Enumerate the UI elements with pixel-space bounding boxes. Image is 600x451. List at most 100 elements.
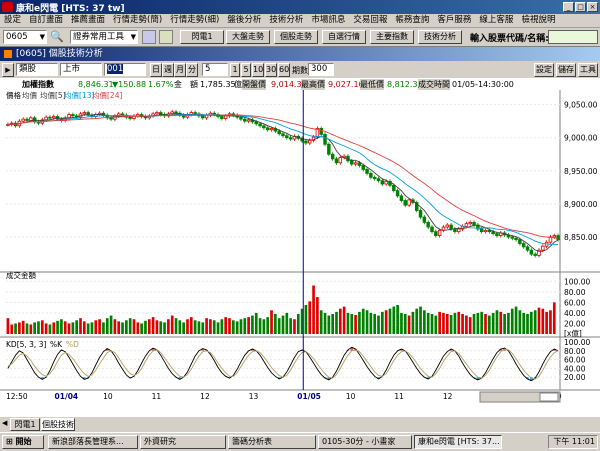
unit-button-2[interactable]: 10	[252, 63, 264, 77]
time-axis-label: 01/04	[55, 392, 79, 401]
period-button-2[interactable]: 月	[174, 63, 186, 77]
candle	[52, 116, 56, 119]
unit-button-1[interactable]: 5	[241, 63, 251, 77]
volume-bar	[220, 319, 224, 334]
toolbar-button-4[interactable]: 主要指數	[370, 30, 414, 44]
candle	[334, 158, 339, 164]
menu-item-8[interactable]: 交易回報	[349, 14, 391, 27]
tools-select[interactable]: 證券常用工具 ▼	[70, 30, 138, 44]
candle	[552, 235, 557, 238]
volume-bar	[251, 315, 254, 334]
tool-grid-icon[interactable]	[142, 30, 156, 44]
close-button[interactable]: ×	[587, 2, 598, 12]
candle	[365, 169, 369, 174]
minimize-button[interactable]: _	[563, 2, 574, 12]
volume-bar	[14, 323, 17, 334]
maximize-button[interactable]: □	[575, 2, 586, 12]
unit-button-0[interactable]: 1	[230, 63, 240, 77]
system-clock: 下午 11:01	[548, 435, 598, 449]
candle	[44, 116, 48, 121]
taskbar-item-4[interactable]: 康和e閃電 [HTS: 37...	[414, 435, 502, 449]
period-button-0[interactable]: 日	[150, 63, 162, 77]
period-button-3[interactable]: 分	[186, 63, 198, 77]
taskbar-item-3[interactable]: 0105-30分 - 小畫家	[318, 435, 412, 449]
unit-button-3[interactable]: 30	[265, 63, 277, 77]
menu-item-3[interactable]: 行情走勢(簡)	[109, 14, 166, 27]
taskbar-item-0[interactable]: 新浪部落長管理系...	[48, 435, 138, 449]
search-icon[interactable]: 🔍	[50, 30, 64, 44]
tab-scroll-left-icon[interactable]: ◀	[2, 419, 10, 429]
volume-bar	[163, 322, 166, 334]
play-icon[interactable]: ▶	[2, 63, 14, 77]
volume-bar	[102, 322, 105, 334]
tool-chart-icon[interactable]	[159, 30, 173, 44]
menu-item-0[interactable]: 設定	[0, 14, 25, 27]
toolbar-button-1[interactable]: 大盤走勢	[226, 30, 270, 44]
volume-bar	[10, 324, 14, 334]
volume-bar	[37, 321, 40, 334]
toolbar-button-2[interactable]: 個股走勢	[274, 30, 318, 44]
candle	[353, 162, 358, 165]
volume-bar	[33, 322, 36, 334]
volume-bar	[510, 308, 514, 334]
volume-bar	[369, 312, 373, 334]
tab-technical[interactable]: 個股技術	[41, 418, 75, 431]
unit-button-4[interactable]: 60	[278, 63, 290, 77]
minute-value: 5	[205, 64, 211, 74]
count-input[interactable]: 300	[308, 63, 334, 76]
menu-item-9[interactable]: 帳務查詢	[391, 14, 433, 27]
candle	[350, 160, 354, 165]
period-button-1[interactable]: 週	[162, 63, 174, 77]
menu-item-12[interactable]: 檢視說明	[517, 14, 559, 27]
volume-bar	[530, 311, 533, 334]
candle	[380, 180, 385, 185]
menu-item-4[interactable]: 行情走勢(細)	[166, 14, 223, 27]
menu-item-6[interactable]: 技術分析	[265, 14, 307, 27]
tools-button[interactable]: 工具	[578, 63, 598, 77]
volume-bar	[499, 311, 503, 334]
stock-search-input[interactable]	[548, 30, 598, 44]
settings-button[interactable]: 設定	[534, 63, 554, 77]
time-axis-label: 13	[249, 392, 259, 401]
minute-select[interactable]: 5	[202, 63, 228, 76]
toolbar-button-3[interactable]: 自選行情	[322, 30, 366, 44]
tab-flash1[interactable]: 閃電1	[10, 418, 40, 431]
market-select[interactable]: 上市	[60, 63, 102, 76]
volume-bar	[350, 313, 354, 334]
kind-select[interactable]: 類股	[16, 63, 58, 76]
price-tick-label: 8,900.00	[564, 200, 598, 209]
menu-item-10[interactable]: 客戶服務	[433, 14, 475, 27]
start-button[interactable]: ⊞ 開始	[2, 435, 44, 449]
volume-bar	[174, 318, 178, 334]
volume-bar	[549, 310, 552, 334]
toolbar-button-0[interactable]: 閃電1	[180, 30, 224, 44]
candle	[403, 200, 407, 206]
candle	[521, 243, 526, 248]
volume-bar	[82, 321, 86, 334]
volume-bar	[159, 321, 163, 334]
volume-bar	[514, 306, 518, 334]
time-axis-label: 11	[394, 392, 404, 401]
taskbar-item-1[interactable]: 外資研究	[140, 435, 226, 449]
technical-chart[interactable]: 9,050.00 9,000.00 8,950.00 8,900.00 8,850.00…	[0, 90, 600, 417]
candle	[277, 130, 281, 135]
volume-bar	[52, 322, 56, 334]
menu-item-1[interactable]: 自訂畫面	[25, 14, 67, 27]
taskbar-item-2[interactable]: 籌碼分析表	[228, 435, 316, 449]
volume-bar	[304, 305, 308, 334]
candle	[82, 112, 87, 115]
ma13-legend: 均價[13]	[64, 90, 94, 100]
menu-item-5[interactable]: 盤後分析	[223, 14, 265, 27]
menu-item-7[interactable]: 市場訊息	[307, 14, 349, 27]
volume-bar	[476, 312, 480, 334]
code-select[interactable]: 0605 ▼	[3, 30, 47, 44]
volume-bar	[197, 321, 201, 334]
stock-code-select[interactable]: 001	[104, 63, 146, 76]
menu-item-2[interactable]: 推薦畫面	[67, 14, 109, 27]
volume-bar	[407, 315, 411, 334]
toolbar-button-5[interactable]: 技術分析	[418, 30, 462, 44]
volume-bar	[243, 318, 247, 334]
save-button[interactable]: 儲存	[556, 63, 576, 77]
menu-item-11[interactable]: 線上客服	[475, 14, 517, 27]
candle	[556, 235, 560, 240]
